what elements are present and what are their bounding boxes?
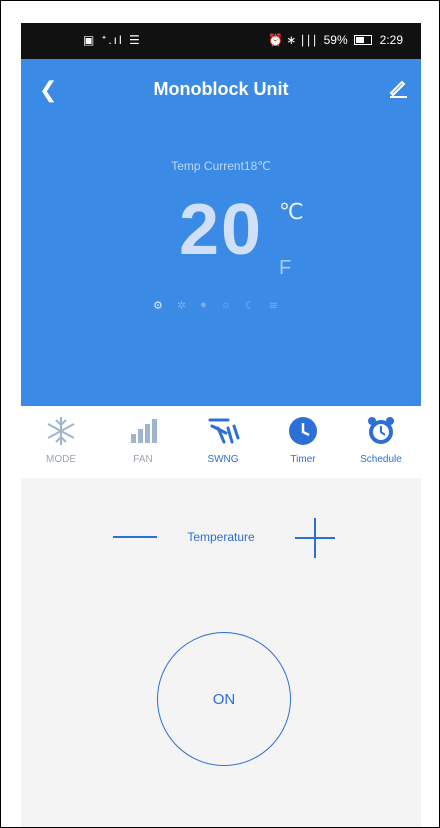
clock-icon [289, 417, 317, 445]
tab-swing-label: SWNG [207, 454, 239, 465]
power-on-button[interactable]: ON [157, 632, 291, 766]
tab-fan[interactable]: FAN [113, 406, 173, 465]
battery-icon [353, 35, 372, 45]
feature-toolbar: MODE FAN SWNG Timer Schedule [21, 406, 421, 478]
unit-celsius[interactable]: ℃ [279, 199, 304, 225]
clock-time: 2:29 [379, 33, 403, 47]
tab-timer-label: Timer [290, 454, 316, 465]
alarm-clock-icon [368, 417, 394, 444]
unit-fahrenheit[interactable]: F [279, 257, 291, 280]
tab-swing[interactable]: SWNG [193, 406, 253, 465]
mode-indicators: ⚙ ✲ ● ☼ ☾ ≋ [153, 299, 278, 312]
snowflake-icon [47, 417, 75, 445]
status-icons: ⏰ ∗ ∣∣∣ [267, 33, 318, 47]
moon-icon: ☾ [244, 300, 255, 312]
temp-setpoint: 20 [178, 190, 264, 270]
power-on-label: ON [212, 690, 236, 708]
status-bar: ▣ ᐩ.ıl ☰ ⏰ ∗ ∣∣∣ 59% 2:29 [21, 23, 421, 59]
wind-icon: ≋ [268, 300, 278, 312]
gear-icon: ⚙ [153, 300, 163, 312]
header-panel: ❮ Monoblock Unit Temp Current18℃ 20 ℃ F … [21, 59, 421, 406]
tab-timer[interactable]: Timer [273, 406, 333, 465]
fan-icon: ✲ [176, 300, 187, 312]
tab-fan-label: FAN [133, 454, 153, 465]
current-temp-label: Temp Current18℃ [171, 159, 271, 173]
battery-percent: 59% [323, 33, 348, 47]
signal-icons: ▣ ᐩ.ıl ☰ [83, 33, 142, 47]
tab-schedule-label: Schedule [360, 454, 402, 465]
drop-icon: ● [200, 299, 207, 311]
swing-icon [208, 418, 240, 444]
sun-icon: ☼ [220, 299, 231, 311]
control-panel: Temperature ON [21, 478, 421, 827]
tab-mode-label: MODE [46, 454, 76, 465]
page-title: Monoblock Unit [153, 79, 289, 99]
tab-schedule[interactable]: Schedule [351, 406, 411, 465]
temperature-label: Temperature [187, 530, 255, 544]
increase-temp-button[interactable] [295, 518, 335, 558]
tab-mode[interactable]: MODE [31, 406, 91, 465]
app-frame: ▣ ᐩ.ıl ☰ ⏰ ∗ ∣∣∣ 59% 2:29 ❮ Monoblock Un… [0, 0, 440, 828]
status-right: ⏰ ∗ ∣∣∣ 59% 2:29 [268, 33, 403, 47]
fan-signal-icon [131, 419, 157, 443]
edit-icon[interactable] [387, 77, 409, 99]
